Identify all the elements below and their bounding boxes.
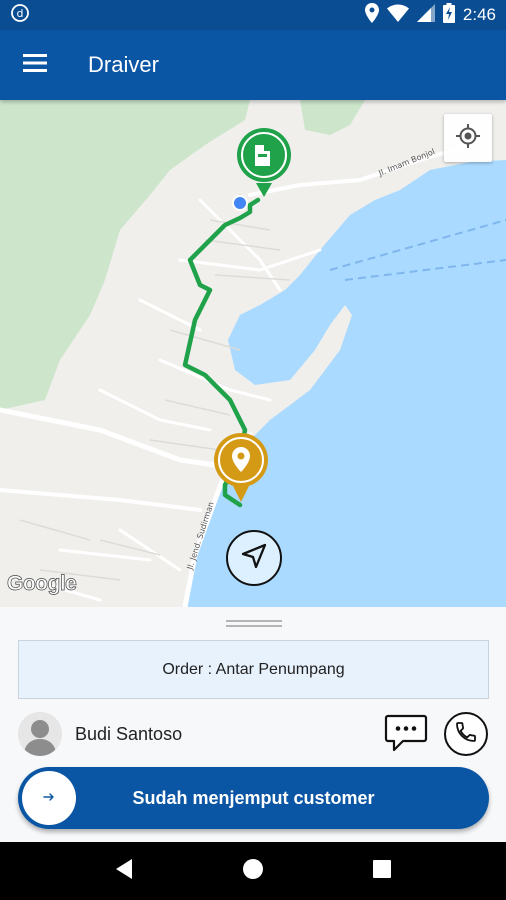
person-icon <box>18 712 62 756</box>
back-triangle-icon <box>114 858 134 885</box>
app-title: Draiver <box>88 52 159 77</box>
current-location-dot <box>232 195 248 211</box>
drag-handle[interactable] <box>226 620 282 627</box>
chat-button[interactable] <box>384 713 428 753</box>
status-right: 2:46 <box>364 2 496 28</box>
svg-text:d: d <box>17 7 24 20</box>
recents-button[interactable] <box>362 851 402 891</box>
order-text: Order : Antar Penumpang <box>162 660 345 678</box>
back-button[interactable] <box>104 851 144 891</box>
app-bar: Draiver <box>0 30 506 100</box>
recents-square-icon <box>372 859 392 884</box>
home-circle-icon <box>242 858 264 885</box>
customer-row: Budi Santoso <box>18 711 489 757</box>
navigate-button[interactable] <box>226 530 282 586</box>
picked-up-customer-button[interactable]: Sudah menjemput customer <box>18 767 489 829</box>
call-button[interactable] <box>444 712 488 756</box>
menu-button[interactable] <box>0 30 70 100</box>
green-area <box>0 100 250 410</box>
my-location-button[interactable] <box>444 114 492 162</box>
signal-icon <box>416 3 435 27</box>
chat-bubble-icon <box>384 714 428 757</box>
status-left: d <box>10 3 30 28</box>
map-view[interactable]: Jl. Imam Bonjol Jl. Jend. Sudirman Googl… <box>0 100 506 607</box>
crosshair-icon <box>455 123 481 154</box>
google-attribution: Google <box>7 572 78 596</box>
battery-charging-icon <box>442 2 455 28</box>
avatar <box>18 712 62 756</box>
location-icon <box>364 2 379 28</box>
order-panel: Order : Antar Penumpang Budi Santoso Sud… <box>0 607 506 842</box>
action-label: Sudah menjemput customer <box>132 787 375 808</box>
bay <box>242 296 318 376</box>
green-area-2 <box>300 100 365 135</box>
status-bar: d 2:46 <box>0 0 506 30</box>
phone-icon <box>454 720 478 749</box>
screen: d 2:46 Draiver Jl. Imam Bonjol Jl. Jend.… <box>0 0 506 900</box>
order-info: Order : Antar Penumpang <box>18 640 489 699</box>
status-time: 2:46 <box>462 5 496 24</box>
system-nav-bar <box>0 842 506 900</box>
slide-knob[interactable] <box>22 771 76 825</box>
app-notification-icon: d <box>10 3 30 28</box>
customer-name: Budi Santoso <box>75 723 183 744</box>
arrow-right-icon <box>43 789 55 807</box>
hamburger-menu-icon <box>23 53 47 77</box>
wifi-icon <box>386 4 409 27</box>
home-button[interactable] <box>233 851 273 891</box>
navigation-arrow-icon <box>239 541 269 576</box>
